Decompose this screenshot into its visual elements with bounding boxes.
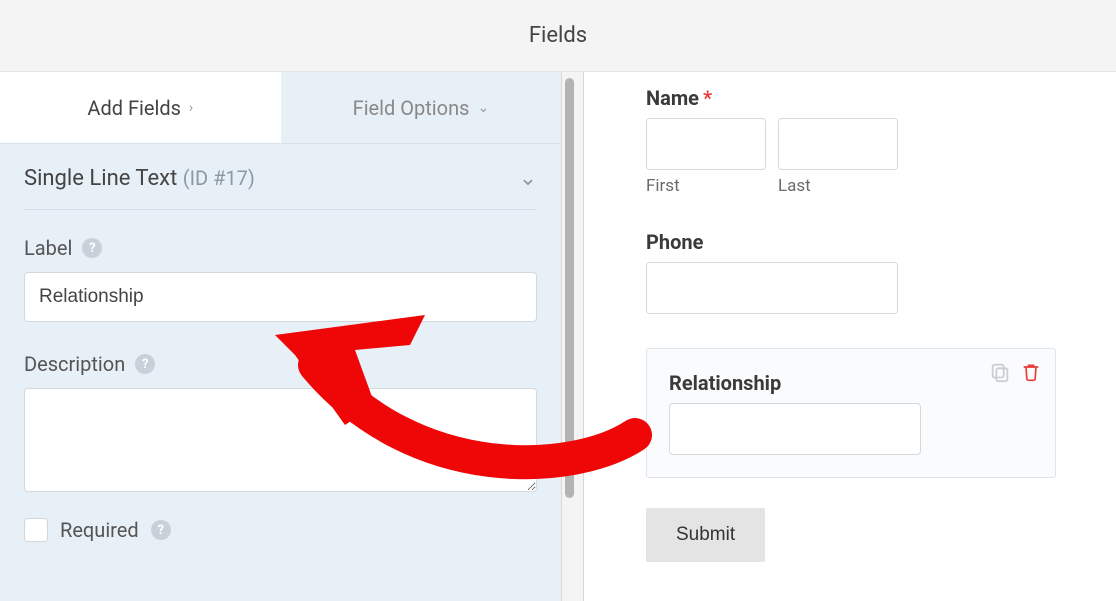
field-type-name: Single Line Text bbox=[24, 166, 177, 191]
description-caption: Description bbox=[24, 352, 125, 376]
first-name-input[interactable] bbox=[646, 118, 766, 170]
phone-label: Phone bbox=[646, 230, 1056, 254]
vertical-gutter bbox=[562, 72, 584, 601]
submit-button[interactable]: Submit bbox=[646, 508, 765, 562]
trash-icon[interactable] bbox=[1021, 361, 1041, 383]
field-type-title: Single Line Text (ID #17) bbox=[24, 166, 255, 191]
description-input[interactable] bbox=[24, 388, 537, 492]
field-action-icons bbox=[989, 361, 1041, 383]
panel-tabs: Add Fields › Field Options ⌄ bbox=[0, 72, 561, 144]
field-id: (ID #17) bbox=[183, 166, 255, 190]
tab-label: Field Options bbox=[353, 96, 470, 120]
tab-add-fields[interactable]: Add Fields › bbox=[0, 72, 281, 143]
relationship-label: Relationship bbox=[669, 371, 1033, 395]
name-inputs bbox=[646, 118, 1056, 170]
field-type-header[interactable]: Single Line Text (ID #17) ⌄ bbox=[0, 144, 561, 209]
phone-input[interactable] bbox=[646, 262, 898, 314]
form-preview: Name * First Last Phone bbox=[584, 72, 1116, 601]
duplicate-icon[interactable] bbox=[989, 361, 1011, 383]
scrollbar-thumb[interactable] bbox=[565, 78, 574, 498]
label-row: Label ? bbox=[0, 210, 561, 268]
help-icon[interactable]: ? bbox=[151, 520, 171, 540]
relationship-field-selected[interactable]: Relationship bbox=[646, 348, 1056, 478]
last-name-input[interactable] bbox=[778, 118, 898, 170]
tab-field-options[interactable]: Field Options ⌄ bbox=[281, 72, 562, 143]
name-label: Name * bbox=[646, 86, 1056, 110]
chevron-down-icon: ⌄ bbox=[477, 100, 489, 116]
first-sublabel: First bbox=[646, 176, 766, 196]
required-checkbox[interactable] bbox=[24, 518, 48, 542]
description-row: Description ? bbox=[0, 322, 561, 384]
relationship-input[interactable] bbox=[669, 403, 921, 455]
left-panel: Add Fields › Field Options ⌄ Single Line… bbox=[0, 72, 562, 601]
label-input[interactable] bbox=[24, 272, 537, 322]
help-icon[interactable]: ? bbox=[82, 238, 102, 258]
tab-label: Add Fields bbox=[87, 96, 181, 120]
required-caption: Required bbox=[60, 518, 139, 542]
help-icon[interactable]: ? bbox=[135, 354, 155, 374]
required-asterisk-icon: * bbox=[703, 86, 712, 110]
page-title: Fields bbox=[529, 23, 587, 48]
main-layout: Add Fields › Field Options ⌄ Single Line… bbox=[0, 72, 1116, 601]
required-row: Required ? bbox=[0, 492, 561, 568]
page-title-bar: Fields bbox=[0, 0, 1116, 72]
phone-field: Phone bbox=[646, 230, 1056, 314]
name-field: Name * First Last bbox=[646, 86, 1056, 196]
chevron-down-icon: ⌄ bbox=[519, 166, 537, 191]
last-sublabel: Last bbox=[778, 176, 898, 196]
label-caption: Label bbox=[24, 236, 72, 260]
name-sublabels: First Last bbox=[646, 176, 1056, 196]
chevron-right-icon: › bbox=[189, 100, 193, 116]
